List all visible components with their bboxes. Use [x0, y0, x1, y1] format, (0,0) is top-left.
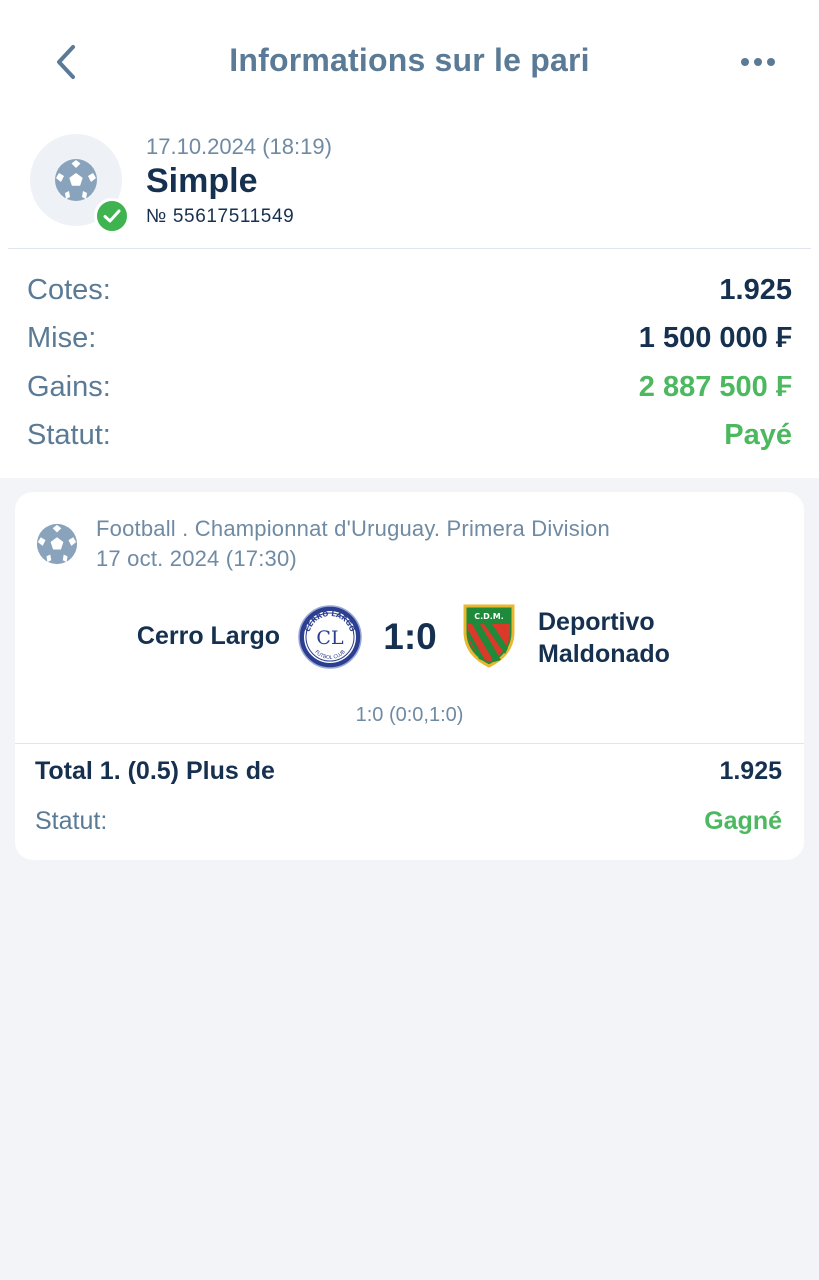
status-label: Statut: — [27, 419, 111, 452]
bet-header: 17.10.2024 (18:19) Simple № 55617511549 — [0, 124, 819, 250]
svg-text:C.D.M.: C.D.M. — [474, 612, 504, 621]
summary-row-odds: Cotes: 1.925 — [27, 266, 792, 315]
home-team-logo: CERRO LARGO FUTBOL CLUB CL — [298, 605, 362, 669]
bet-info-panel: Informations sur le pari 17.10.2024 (18:… — [0, 0, 819, 478]
stake-value: 1 500 000 ₣ — [638, 322, 792, 355]
selection-status-value: Gagné — [704, 807, 782, 835]
selection-status-label: Statut: — [35, 807, 108, 835]
app-header: Informations sur le pari — [0, 0, 819, 124]
away-team-name-line2: Maldonado — [538, 640, 670, 668]
bet-type: Simple — [146, 162, 258, 200]
summary-row-stake: Mise: 1 500 000 ₣ — [27, 315, 792, 364]
status-value: Payé — [724, 419, 792, 452]
summary-row-status: Statut: Payé — [27, 412, 792, 461]
more-horizontal-icon — [741, 58, 775, 66]
summary-row-winnings: Gains: 2 887 500 ₣ — [27, 363, 792, 412]
won-check-badge — [94, 198, 130, 234]
match-score: 1:0 — [383, 616, 437, 657]
halftime-score: 1:0 (0:0,1:0) — [355, 704, 464, 726]
odds-value: 1.925 — [719, 273, 792, 306]
match-date: 17 oct. 2024 (17:30) — [96, 546, 297, 571]
away-team-name: Deportivo Maldonado — [538, 606, 670, 670]
bet-summary: Cotes: 1.925 Mise: 1 500 000 ₣ Gains: 2 … — [27, 266, 792, 460]
odds-label: Cotes: — [27, 273, 111, 306]
event-card[interactable]: Football . Championnat d'Uruguay. Primer… — [15, 492, 804, 860]
bet-number: № 55617511549 — [146, 206, 295, 227]
league-name: Football . Championnat d'Uruguay. Primer… — [96, 516, 610, 541]
winnings-label: Gains: — [27, 370, 111, 403]
away-team-name-line1: Deportivo — [538, 608, 655, 636]
soccer-ball-icon — [55, 159, 97, 201]
selection-market: Total 1. (0.5) Plus de — [35, 757, 275, 785]
divider — [8, 248, 811, 249]
stake-label: Mise: — [27, 322, 97, 355]
bet-date: 17.10.2024 (18:19) — [146, 134, 332, 159]
svg-text:CL: CL — [316, 627, 344, 649]
checkmark-icon — [103, 209, 121, 223]
page-title: Informations sur le pari — [229, 42, 590, 78]
card-divider — [15, 743, 804, 744]
home-team-name: Cerro Largo — [136, 622, 280, 650]
soccer-ball-icon — [36, 523, 78, 565]
more-options-button[interactable] — [730, 44, 786, 80]
winnings-value: 2 887 500 ₣ — [638, 370, 792, 403]
away-team-logo: C.D.M. — [463, 604, 515, 668]
selection-odd: 1.925 — [719, 757, 782, 785]
